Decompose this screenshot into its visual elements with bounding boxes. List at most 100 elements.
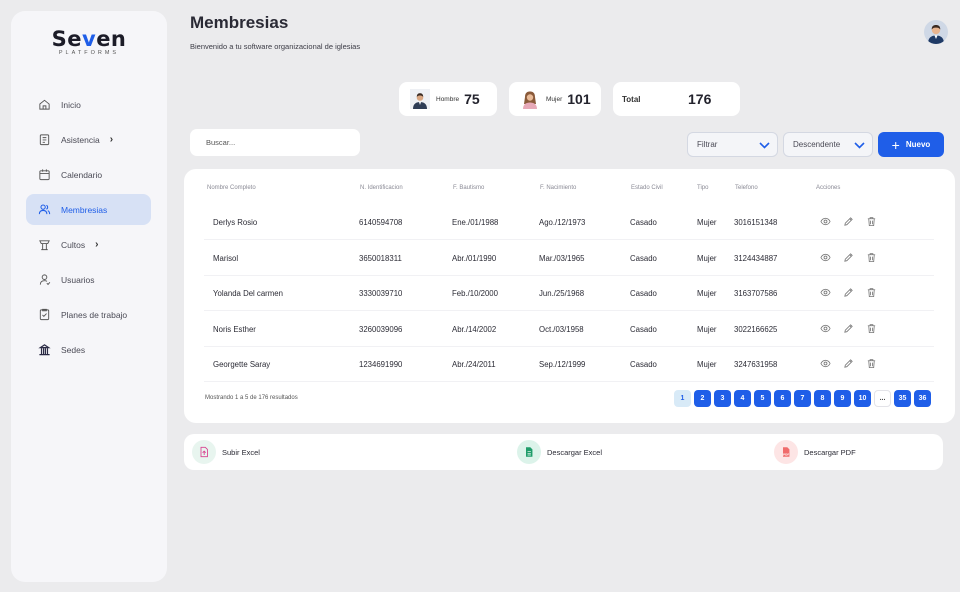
chevron-down-icon — [854, 142, 865, 149]
delete-icon[interactable] — [866, 323, 877, 334]
sidebar-item-calendario[interactable]: Calendario — [26, 159, 151, 190]
download-pdf-button[interactable]: PDF Descargar PDF — [774, 440, 856, 464]
logo[interactable]: Seven PLATFORMS — [11, 27, 167, 56]
new-member-button[interactable]: + Nuevo — [878, 132, 944, 157]
sort-dropdown[interactable]: Descendente — [783, 132, 873, 157]
stat-card-hombre: Hombre 75 — [399, 82, 497, 116]
sidebar-item-label: Asistencia — [61, 134, 100, 145]
table-cell: Sep./12/1999 — [539, 360, 586, 369]
stat-value: 176 — [688, 91, 712, 107]
results-summary: Mostrando 1 a 5 de 176 resultados — [205, 395, 298, 401]
view-icon[interactable] — [820, 358, 831, 369]
edit-icon[interactable] — [843, 287, 854, 298]
table-row[interactable]: Georgette Saray 1234691990 Abr./24/2011 Sep… — [204, 347, 934, 382]
stat-value: 75 — [464, 91, 480, 107]
table-cell: 1234691990 — [359, 360, 403, 369]
page-button[interactable]: 3 — [714, 390, 731, 407]
table-row[interactable]: Marisol 3650018311 Abr./01/1990 Mar./03/196… — [204, 241, 934, 276]
column-header[interactable]: Telefono — [735, 185, 758, 191]
sidebar-item-label: Inicio — [61, 99, 81, 110]
chevron-right-icon: › — [95, 239, 99, 250]
column-header: Acciones — [816, 185, 841, 191]
delete-icon[interactable] — [866, 287, 877, 298]
edit-icon[interactable] — [843, 358, 854, 369]
table-cell: 3260039096 — [359, 324, 403, 334]
sidebar-item-usuarios[interactable]: Usuarios — [26, 264, 151, 295]
column-header[interactable]: F. Bautismo — [453, 185, 484, 191]
page-button[interactable]: 9 — [834, 390, 851, 407]
checklist-icon — [38, 308, 51, 321]
table-cell: Mujer — [697, 218, 717, 227]
sidebar-item-label: Usuarios — [61, 274, 95, 285]
row-actions — [820, 216, 889, 227]
table-header: Nombre Completo N. Identificacion F. Bau… — [184, 185, 955, 195]
new-button-label: Nuevo — [905, 140, 931, 149]
sidebar-item-label: Planes de trabajo — [61, 309, 128, 320]
view-icon[interactable] — [820, 216, 831, 227]
table-cell: Abr./14/2002 — [452, 324, 497, 334]
column-header[interactable]: F. Nacimiento — [540, 185, 576, 191]
page-button[interactable]: 1 — [674, 390, 691, 407]
download-pdf-label: Descargar PDF — [804, 447, 856, 457]
sidebar: Seven PLATFORMS Inicio Asistencia › Cale… — [11, 11, 167, 582]
stat-label: Hombre — [436, 95, 460, 103]
view-icon[interactable] — [820, 287, 831, 298]
row-actions — [820, 287, 889, 298]
pagination-ellipsis: ... — [874, 390, 891, 407]
sidebar-nav: Inicio Asistencia › Calendario Membresia… — [26, 89, 151, 369]
edit-icon[interactable] — [843, 216, 854, 227]
table-row[interactable]: Noris Esther 3260039096 Abr./14/2002 Oct./0… — [204, 312, 934, 347]
download-excel-label: Descargar Excel — [547, 447, 603, 457]
edit-icon[interactable] — [843, 323, 854, 334]
table-cell: Yolanda Del carmen — [213, 289, 283, 298]
column-header[interactable]: Tipo — [697, 185, 708, 191]
avatar[interactable] — [924, 20, 948, 44]
logo-wordmark: Seven — [51, 27, 127, 51]
filter-dropdown[interactable]: Filtrar — [687, 132, 778, 157]
female-avatar-icon — [520, 89, 540, 109]
pdf-file-icon: PDF — [774, 440, 798, 464]
view-icon[interactable] — [820, 323, 831, 334]
view-icon[interactable] — [820, 252, 831, 263]
search-input[interactable]: Buscar... — [190, 129, 360, 156]
upload-excel-button[interactable]: Subir Excel — [192, 440, 260, 464]
table-row[interactable]: Derlys Rosio 6140594708 Ene./01/1988 Ago./1… — [204, 205, 934, 240]
sidebar-item-cultos[interactable]: Cultos › — [26, 229, 151, 260]
sidebar-item-sedes[interactable]: Sedes — [26, 334, 151, 365]
table-row[interactable]: Yolanda Del carmen 3330039710 Feb./10/2000… — [204, 276, 934, 311]
download-excel-button[interactable]: Descargar Excel — [517, 440, 602, 464]
page-button[interactable]: 35 — [894, 390, 911, 407]
table-cell: 3330039710 — [359, 289, 403, 298]
excel-file-icon — [517, 440, 541, 464]
row-actions — [820, 358, 889, 369]
delete-icon[interactable] — [866, 358, 877, 369]
column-header[interactable]: N. Identificacion — [360, 185, 403, 191]
stat-label: Mujer — [546, 95, 563, 103]
page-button[interactable]: 6 — [774, 390, 791, 407]
column-header[interactable]: Estado Civil — [631, 185, 663, 191]
sidebar-item-membresias[interactable]: Membresias — [26, 194, 151, 225]
delete-icon[interactable] — [866, 252, 877, 263]
page-button[interactable]: 10 — [854, 390, 871, 407]
sidebar-item-label: Calendario — [61, 169, 103, 180]
user-icon — [38, 273, 51, 286]
sidebar-item-inicio[interactable]: Inicio — [26, 89, 151, 120]
column-header[interactable]: Nombre Completo — [207, 185, 256, 191]
page-button[interactable]: 7 — [794, 390, 811, 407]
sidebar-item-planes-de-trabajo[interactable]: Planes de trabajo — [26, 299, 151, 330]
edit-icon[interactable] — [843, 252, 854, 263]
chevron-down-icon — [759, 142, 770, 149]
table-cell: Ene./01/1988 — [452, 218, 499, 227]
pdf-tag: PDF — [783, 452, 789, 456]
page-button[interactable]: 2 — [694, 390, 711, 407]
page-button[interactable]: 4 — [734, 390, 751, 407]
table-cell: 3022166625 — [734, 324, 778, 334]
sidebar-item-asistencia[interactable]: Asistencia › — [26, 124, 151, 155]
page-button[interactable]: 8 — [814, 390, 831, 407]
delete-icon[interactable] — [866, 216, 877, 227]
page-button[interactable]: 5 — [754, 390, 771, 407]
page-button[interactable]: 36 — [914, 390, 931, 407]
table-cell: 3247631958 — [734, 360, 778, 369]
building-icon — [38, 343, 51, 356]
table-cell: Mujer — [697, 360, 717, 369]
